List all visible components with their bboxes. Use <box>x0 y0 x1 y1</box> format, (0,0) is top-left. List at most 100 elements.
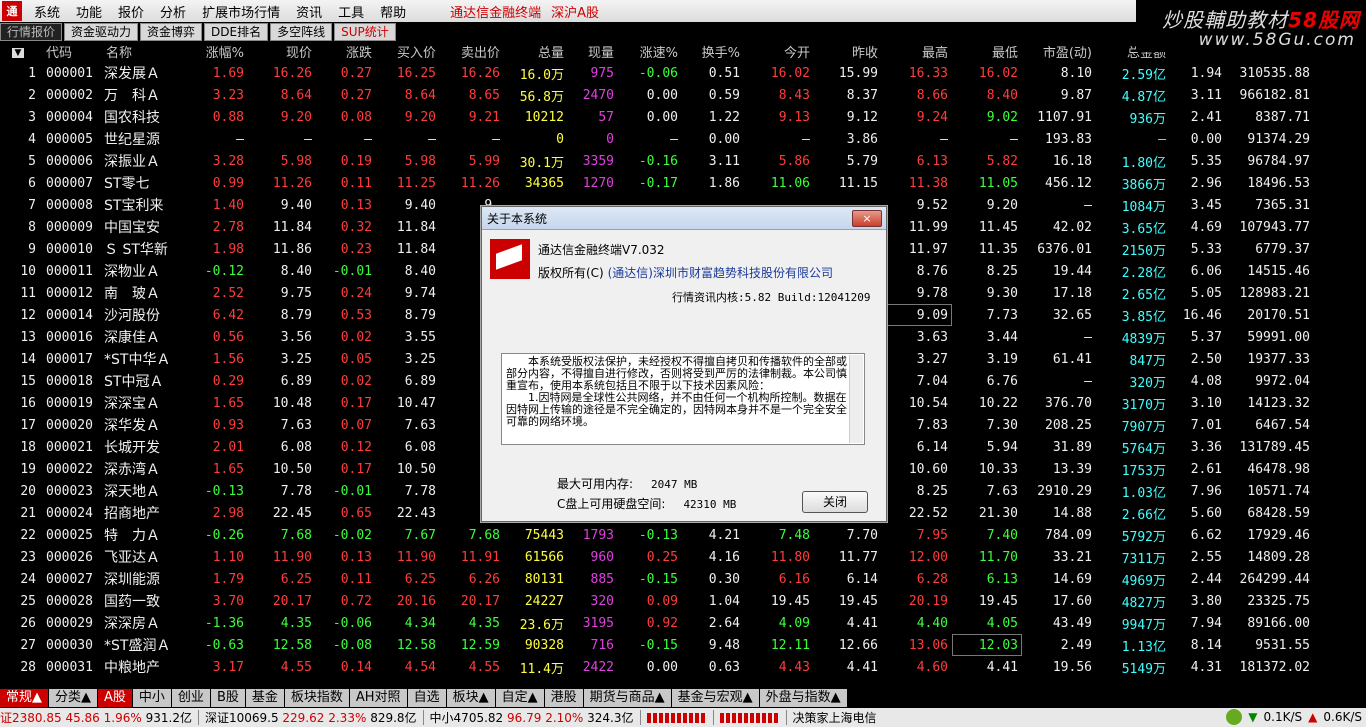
column-header[interactable]: 最低 <box>952 41 1022 62</box>
tab-fund-drive[interactable]: 资金驱动力 <box>64 23 139 41</box>
cell-low: – <box>1010 131 1018 147</box>
bottom-tab[interactable]: 中小 <box>132 689 171 707</box>
bottom-tab[interactable]: 自选 <box>407 689 446 707</box>
bottom-tab[interactable]: 分类▲ <box>49 689 97 707</box>
cell-bid: 22.43 <box>396 505 436 521</box>
bottom-tab[interactable]: 板块▲ <box>446 689 495 707</box>
bottom-tab[interactable]: B股 <box>210 689 245 707</box>
column-header[interactable]: 代码 <box>40 41 100 62</box>
cell-low: 6.13 <box>986 571 1018 587</box>
column-header[interactable]: 涨速% <box>618 41 682 62</box>
sz-pct: 2.33% <box>328 710 367 725</box>
column-header[interactable]: 总量 <box>504 41 568 62</box>
cell-low: 16.02 <box>978 65 1018 81</box>
menu-system[interactable]: 系统 <box>26 2 68 21</box>
table-row[interactable]: 5 000006 深振业Ａ 3.28 5.98 0.19 5.98 5.99 30.1万 3359… <box>0 150 1314 172</box>
zx-index: 中小4705.82 <box>429 711 504 725</box>
bottom-tab[interactable]: 基金 <box>245 689 284 707</box>
cell-spd: -0.06 <box>638 65 678 81</box>
cell-price: 10.50 <box>272 461 312 477</box>
column-header[interactable]: 昨收 <box>814 41 882 62</box>
column-header[interactable]: 换手% <box>682 41 744 62</box>
bottom-tab[interactable]: 外盘与指数▲ <box>759 689 847 707</box>
table-row[interactable]: 23 000026 飞亚达Ａ 1.10 11.90 0.13 11.90 11.91 61566… <box>0 546 1314 568</box>
table-row[interactable]: 3 000004 国农科技 0.88 9.20 0.08 9.20 9.21 10212 57 0.… <box>0 106 1314 128</box>
cell-chg: 0.11 <box>340 175 372 191</box>
tab-dde[interactable]: DDE排名 <box>204 23 269 41</box>
memory-value: 2047 MB <box>651 478 698 491</box>
cell-pe: 6376.01 <box>1037 241 1092 257</box>
table-row[interactable]: 6 000007 ST零七 0.99 11.26 0.11 11.25 11.26 34365 1… <box>0 172 1314 194</box>
tab-fund-game[interactable]: 资金博弈 <box>140 23 203 41</box>
close-icon[interactable]: × <box>852 210 882 227</box>
tab-longshort[interactable]: 多空阵线 <box>270 23 333 41</box>
license-text[interactable]: 本系统受版权法保护，未经授权不得擅自拷贝和传播软件的全部或部分内容，不得擅自进行… <box>501 353 865 445</box>
cell-pct: 1.65 <box>212 461 244 477</box>
cell-x1: 3.45 <box>1190 197 1222 213</box>
table-row[interactable]: 28 000031 中粮地产 3.17 4.55 0.14 4.54 4.55 11.4万 242… <box>0 656 1314 678</box>
menu-analysis[interactable]: 分析 <box>152 2 194 21</box>
table-row[interactable]: 2 000002 万 科Ａ 3.23 8.64 0.27 8.64 8.65 56.8万 2470… <box>0 84 1314 106</box>
column-header[interactable]: 涨跌 <box>316 41 376 62</box>
cell-amt: 9947万 <box>1121 617 1166 633</box>
cell-i: 26 <box>20 615 36 631</box>
cell-chg: 0.27 <box>340 65 372 81</box>
table-row[interactable]: 24 000027 深圳能源 1.79 6.25 0.11 6.25 6.26 80131 885… <box>0 568 1314 590</box>
cell-bid: 3.55 <box>404 329 436 345</box>
close-button[interactable]: 关闭 <box>802 491 868 513</box>
table-row[interactable]: 27 000030 *ST盛润Ａ -0.63 12.58 -0.08 12.58 12.59 9… <box>0 634 1314 656</box>
column-header[interactable]: 买入价 <box>376 41 440 62</box>
cell-turn: 0.63 <box>708 659 740 675</box>
cell-name: 深深房Ａ <box>104 616 160 632</box>
tab-quotes[interactable]: 行情报价 <box>0 23 63 41</box>
cell-x1: 4.08 <box>1190 373 1222 389</box>
cell-x2: 107943.77 <box>1239 219 1310 235</box>
cell-name: 招商地产 <box>104 506 160 522</box>
menu-ext-market[interactable]: 扩展市场行情 <box>194 2 288 21</box>
bottom-tab[interactable]: 期货与商品▲ <box>583 689 671 707</box>
column-header[interactable]: 名称 <box>100 41 186 62</box>
column-header[interactable]: 市盈(动) <box>1022 41 1096 62</box>
cell-pct: 0.99 <box>212 175 244 191</box>
network-icon[interactable] <box>1226 709 1243 725</box>
menu-news[interactable]: 资讯 <box>288 2 330 21</box>
column-header[interactable]: 最高 <box>882 41 952 62</box>
bottom-tab[interactable]: 港股 <box>544 689 583 707</box>
tab-sup[interactable]: SUP统计 <box>334 23 396 41</box>
menu-quote[interactable]: 报价 <box>110 2 152 21</box>
cell-amt: – <box>1158 131 1166 147</box>
license-scrollbar[interactable] <box>849 355 863 443</box>
bottom-tab[interactable]: 常规▲ <box>0 689 48 707</box>
cell-bid: 10.47 <box>396 395 436 411</box>
cell-amt: 1753万 <box>1121 463 1166 479</box>
column-header[interactable]: 今开 <box>744 41 814 62</box>
cell-pct: 1.40 <box>212 197 244 213</box>
bottom-tab[interactable]: 板块指数 <box>284 689 349 707</box>
table-row[interactable]: 25 000028 国药一致 3.70 20.17 0.72 20.16 20.17 24227… <box>0 590 1314 612</box>
table-row[interactable]: 22 000025 特 力Ａ -0.26 7.68 -0.02 7.67 7.68 75443 1… <box>0 524 1314 546</box>
column-header[interactable]: 卖出价 <box>440 41 504 62</box>
table-row[interactable]: 1 000001 深发展Ａ 1.69 16.26 0.27 16.25 16.26 16.0万 9… <box>0 62 1314 84</box>
column-header[interactable]: 现价 <box>248 41 316 62</box>
table-row[interactable]: 26 000029 深深房Ａ -1.36 4.35 -0.06 4.34 4.35 23.6万 3… <box>0 612 1314 634</box>
upload-speed: 0.6K/S <box>1323 710 1362 724</box>
news-ticker[interactable]: 决策家上海电信 <box>793 709 877 726</box>
bottom-tab[interactable]: AH对照 <box>349 689 407 707</box>
menu-tools[interactable]: 工具 <box>330 2 372 21</box>
bottom-tab[interactable]: 创业 <box>171 689 210 707</box>
cell-pct: 0.29 <box>212 373 244 389</box>
menu-function[interactable]: 功能 <box>68 2 110 21</box>
sort-icon[interactable]: ▼ <box>0 41 40 62</box>
menu-help[interactable]: 帮助 <box>372 2 414 21</box>
column-header[interactable]: 涨幅% <box>186 41 248 62</box>
cell-name: 深物业Ａ <box>104 264 160 280</box>
bottom-tab[interactable]: 基金与宏观▲ <box>671 689 759 707</box>
column-header[interactable]: 现量 <box>568 41 618 62</box>
app-icon <box>490 239 530 279</box>
bottom-tab[interactable]: 自定▲ <box>495 689 544 707</box>
table-row[interactable]: 4 000005 世纪星源 – – – – – 0 0 – 0.00 – 3.86 – – 193.83 – 0.0… <box>0 128 1314 150</box>
sz-index: 深证10069.5 <box>204 711 279 725</box>
cell-turn: 1.22 <box>708 109 740 125</box>
cell-open: 9.13 <box>778 109 810 125</box>
bottom-tab[interactable]: A股 <box>98 689 132 707</box>
